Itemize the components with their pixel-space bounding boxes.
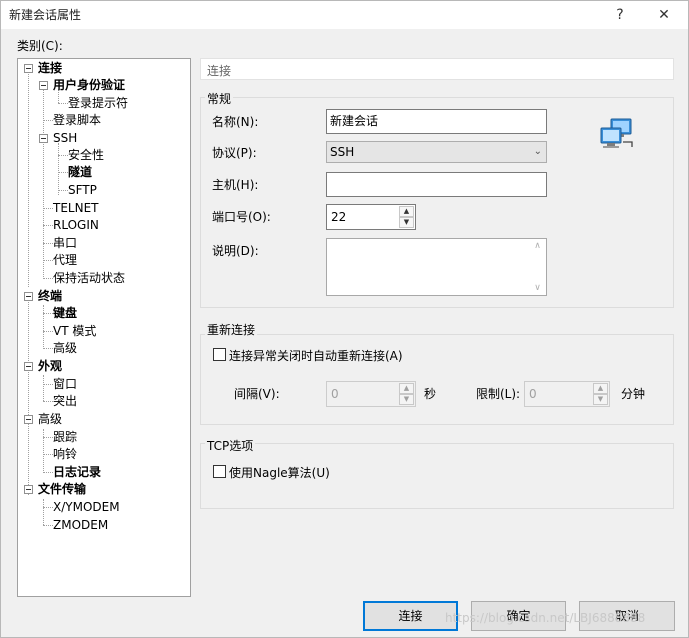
protocol-value: SSH bbox=[330, 145, 355, 159]
title-bar: 新建会话属性 ? ✕ bbox=[1, 1, 688, 29]
reconnect-group-title: 重新连接 bbox=[205, 321, 258, 338]
interval-value: 0 bbox=[331, 387, 339, 401]
nagle-checkbox[interactable] bbox=[213, 465, 226, 478]
tree-item-rlogin[interactable]: RLOGIN bbox=[53, 217, 99, 234]
tree-item-zmodem[interactable]: ZMODEM bbox=[53, 517, 108, 534]
name-label: 名称(N): bbox=[212, 115, 259, 129]
tree-item-login-script[interactable]: 登录脚本 bbox=[53, 112, 101, 129]
tree-item-window[interactable]: 窗口 bbox=[53, 376, 77, 393]
collapse-icon[interactable] bbox=[24, 485, 33, 494]
tree-item-keepalive[interactable]: 保持活动状态 bbox=[53, 270, 125, 287]
scroll-up-icon[interactable]: ∧ bbox=[529, 241, 546, 251]
tree-item-login-prompt[interactable]: 登录提示符 bbox=[68, 95, 128, 112]
tcp-group-title: TCP选项 bbox=[205, 437, 256, 454]
close-button[interactable]: ✕ bbox=[642, 1, 686, 29]
page-header: 连接 bbox=[200, 58, 674, 80]
page-title: 连接 bbox=[207, 64, 232, 78]
tree-item-connection[interactable]: 连接 bbox=[38, 60, 62, 77]
name-input[interactable]: 新建会话 bbox=[326, 109, 547, 134]
tree-item-file-transfer[interactable]: 文件传输 bbox=[38, 481, 86, 498]
limit-unit: 分钟 bbox=[621, 387, 646, 401]
interval-spinner[interactable]: 0 ▲ ▼ bbox=[326, 381, 416, 407]
interval-label: 间隔(V): bbox=[234, 387, 280, 401]
tree-item-terminal-advanced[interactable]: 高级 bbox=[53, 340, 77, 357]
tree-item-keyboard[interactable]: 键盘 bbox=[53, 305, 77, 322]
help-button[interactable]: ? bbox=[598, 1, 642, 29]
protocol-label: 协议(P): bbox=[212, 146, 257, 160]
window-title: 新建会话属性 bbox=[9, 8, 82, 22]
dialog-window: 新建会话属性 ? ✕ 类别(C): 连接 用户身份验证 登录提示符 登录脚本 S… bbox=[0, 0, 689, 638]
tree-item-auth[interactable]: 用户身份验证 bbox=[53, 77, 125, 94]
limit-spinner[interactable]: 0 ▲ ▼ bbox=[524, 381, 610, 407]
collapse-icon[interactable] bbox=[24, 415, 33, 424]
limit-value: 0 bbox=[529, 387, 537, 401]
tree-item-appearance[interactable]: 外观 bbox=[38, 358, 62, 375]
tree-item-vt-mode[interactable]: VT 模式 bbox=[53, 323, 96, 340]
tree-item-bell[interactable]: 响铃 bbox=[53, 446, 77, 463]
collapse-icon[interactable] bbox=[24, 362, 33, 371]
tree-item-security[interactable]: 安全性 bbox=[68, 147, 104, 164]
port-label: 端口号(O): bbox=[212, 210, 271, 224]
collapse-icon[interactable] bbox=[39, 134, 48, 143]
watermark-text: https://blog.csdn.net/LBJ6888888 bbox=[445, 611, 646, 625]
description-label: 说明(D): bbox=[212, 244, 259, 258]
connect-button[interactable]: 连接 bbox=[363, 601, 458, 631]
spin-up-icon[interactable]: ▲ bbox=[593, 383, 608, 394]
protocol-select[interactable]: SSH ⌄ bbox=[326, 141, 547, 163]
spin-up-icon[interactable]: ▲ bbox=[399, 206, 414, 217]
description-textarea[interactable]: ∧ ∨ bbox=[326, 238, 547, 296]
tree-item-advanced[interactable]: 高级 bbox=[38, 411, 62, 428]
category-label: 类别(C): bbox=[17, 39, 63, 53]
tree-item-xymodem[interactable]: X/YMODEM bbox=[53, 499, 120, 516]
collapse-icon[interactable] bbox=[24, 292, 33, 301]
interval-unit: 秒 bbox=[424, 387, 437, 401]
auto-reconnect-checkbox[interactable] bbox=[213, 348, 226, 361]
tree-item-highlight[interactable]: 突出 bbox=[53, 393, 77, 410]
auto-reconnect-label[interactable]: 连接异常关闭时自动重新连接(A) bbox=[229, 347, 403, 364]
spin-down-icon[interactable]: ▼ bbox=[593, 394, 608, 405]
nagle-label[interactable]: 使用Nagle算法(U) bbox=[229, 464, 330, 481]
tree-item-sftp[interactable]: SFTP bbox=[68, 182, 97, 199]
scroll-down-icon[interactable]: ∨ bbox=[529, 283, 546, 293]
tree-item-telnet[interactable]: TELNET bbox=[53, 200, 99, 217]
tree-item-proxy[interactable]: 代理 bbox=[53, 252, 77, 269]
spin-down-icon[interactable]: ▼ bbox=[399, 217, 414, 228]
tree-item-logging[interactable]: 日志记录 bbox=[53, 464, 101, 481]
collapse-icon[interactable] bbox=[24, 64, 33, 73]
port-spinner[interactable]: 22 ▲ ▼ bbox=[326, 204, 416, 230]
limit-label: 限制(L): bbox=[476, 387, 521, 401]
tree-item-terminal[interactable]: 终端 bbox=[38, 288, 62, 305]
tree-item-tunnel[interactable]: 隧道 bbox=[68, 164, 92, 181]
host-label: 主机(H): bbox=[212, 178, 259, 192]
tree-item-trace[interactable]: 跟踪 bbox=[53, 429, 77, 446]
port-value: 22 bbox=[331, 210, 347, 224]
host-input[interactable] bbox=[326, 172, 547, 197]
description-scrollbar[interactable]: ∧ ∨ bbox=[529, 239, 546, 295]
tree-item-ssh[interactable]: SSH bbox=[53, 130, 77, 147]
chevron-down-icon: ⌄ bbox=[533, 146, 542, 157]
category-tree[interactable]: 连接 用户身份验证 登录提示符 登录脚本 SSH 安全性 隧道 SFTP TEL… bbox=[17, 58, 191, 597]
general-group-title: 常规 bbox=[205, 90, 234, 107]
collapse-icon[interactable] bbox=[39, 81, 48, 90]
tree-item-serial[interactable]: 串口 bbox=[53, 235, 77, 252]
spin-up-icon[interactable]: ▲ bbox=[399, 383, 414, 394]
session-computers-icon bbox=[600, 118, 633, 148]
spin-down-icon[interactable]: ▼ bbox=[399, 394, 414, 405]
